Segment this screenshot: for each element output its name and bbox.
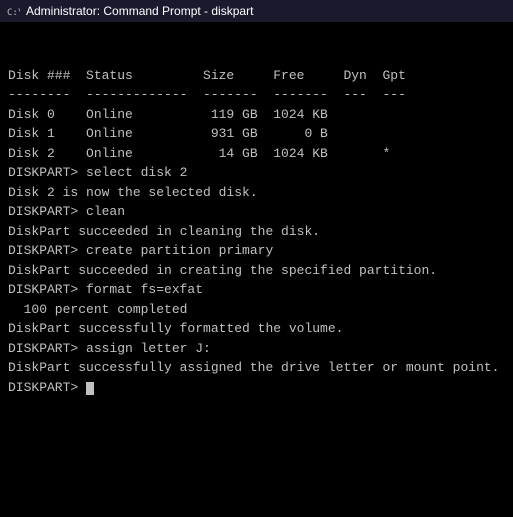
terminal-line: Disk 1 Online 931 GB 0 B: [8, 124, 505, 144]
terminal-line: DISKPART> clean: [8, 202, 505, 222]
terminal-window[interactable]: Disk ### Status Size Free Dyn Gpt-------…: [0, 22, 513, 517]
terminal-content: Disk ### Status Size Free Dyn Gpt-------…: [8, 66, 505, 398]
terminal-line: DISKPART>: [8, 378, 505, 398]
terminal-line: Disk ### Status Size Free Dyn Gpt: [8, 66, 505, 86]
terminal-line: DiskPart successfully assigned the drive…: [8, 358, 505, 378]
terminal-line: Disk 2 Online 14 GB 1024 KB *: [8, 144, 505, 164]
terminal-line: DiskPart successfully formatted the volu…: [8, 319, 505, 339]
svg-text:C:\: C:\: [7, 8, 20, 18]
terminal-line: DISKPART> create partition primary: [8, 241, 505, 261]
terminal-line: DISKPART> select disk 2: [8, 163, 505, 183]
cursor: [86, 382, 94, 395]
title-bar-text: Administrator: Command Prompt - diskpart: [26, 4, 253, 18]
terminal-line: DISKPART> format fs=exfat: [8, 280, 505, 300]
terminal-line: Disk 2 is now the selected disk.: [8, 183, 505, 203]
cmd-icon: C:\: [6, 4, 20, 18]
terminal-line: DiskPart succeeded in cleaning the disk.: [8, 222, 505, 242]
terminal-line: DiskPart succeeded in creating the speci…: [8, 261, 505, 281]
title-bar: C:\ Administrator: Command Prompt - disk…: [0, 0, 513, 22]
terminal-line: DISKPART> assign letter J:: [8, 339, 505, 359]
terminal-line: 100 percent completed: [8, 300, 505, 320]
terminal-line: Disk 0 Online 119 GB 1024 KB: [8, 105, 505, 125]
terminal-line: -------- ------------- ------- ------- -…: [8, 85, 505, 105]
